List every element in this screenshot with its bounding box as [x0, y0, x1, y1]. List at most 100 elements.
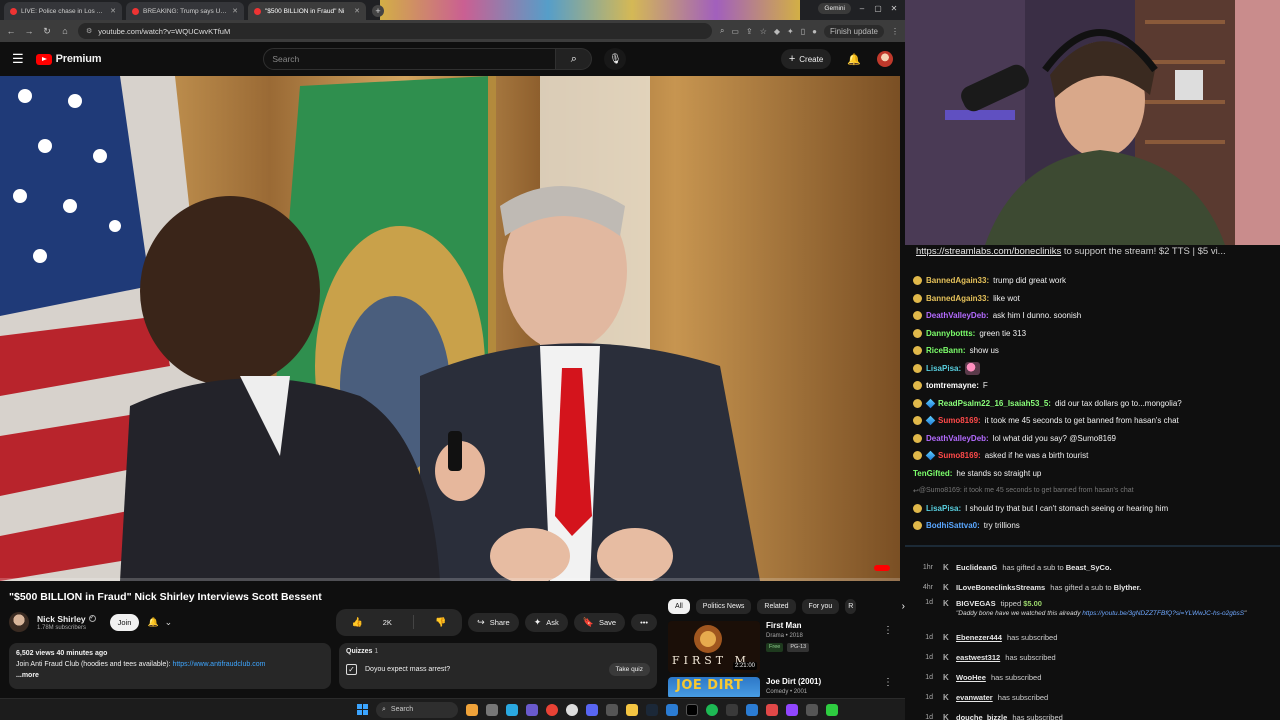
related-thumbnail[interactable]: JOE DIRT: [668, 677, 760, 697]
share-button[interactable]: ↪ Share: [468, 612, 519, 632]
reload-icon[interactable]: ↻: [42, 26, 52, 37]
chat-username[interactable]: Sumo8169:: [938, 416, 981, 425]
zoom-icon[interactable]: ⌕: [720, 26, 724, 36]
app-icon[interactable]: [686, 703, 698, 716]
ask-button[interactable]: ✦ Ask: [524, 612, 568, 632]
menu-icon[interactable]: ☰: [12, 51, 24, 67]
extensions-puzzle-icon[interactable]: ✦: [787, 27, 794, 36]
widgets-icon[interactable]: [466, 703, 478, 716]
app-icon[interactable]: [666, 703, 678, 716]
app-icon[interactable]: [786, 703, 798, 716]
chip-all[interactable]: All: [668, 598, 690, 614]
cast-icon[interactable]: ▭: [731, 27, 739, 36]
search-button[interactable]: ⌕: [556, 48, 593, 70]
share-page-icon[interactable]: ⇪: [746, 27, 753, 36]
chat-username[interactable]: BannedAgain33:: [926, 294, 989, 303]
chip-related[interactable]: Related: [757, 598, 796, 614]
maximize-icon[interactable]: ▢: [873, 4, 883, 14]
spotify-icon[interactable]: [706, 703, 718, 716]
discord-icon[interactable]: [586, 703, 598, 716]
taskbar-search[interactable]: ⌕ Search: [376, 701, 458, 718]
feed-username[interactable]: eastwest312: [956, 653, 1000, 662]
windows-start-icon[interactable]: [357, 704, 368, 715]
edge-icon[interactable]: [506, 703, 518, 716]
minimize-icon[interactable]: –: [857, 4, 867, 14]
youtube-logo[interactable]: Premium: [35, 53, 102, 65]
chat-username[interactable]: DeathValleyDeb:: [926, 434, 989, 443]
take-quiz-button[interactable]: Take quiz: [608, 663, 650, 676]
feed-username[interactable]: Ebenezer444: [956, 633, 1002, 642]
chat-username[interactable]: BodhiSattva0:: [926, 521, 980, 530]
close-tab-icon[interactable]: ✕: [354, 7, 360, 15]
chrome-icon[interactable]: [546, 703, 558, 716]
app-icon[interactable]: [806, 703, 818, 716]
notifications-bell-icon[interactable]: 🔔: [847, 53, 861, 66]
file-explorer-icon[interactable]: [626, 703, 638, 716]
more-vertical-icon[interactable]: ⋮: [883, 677, 893, 688]
bookmark-star-icon[interactable]: ☆: [760, 27, 767, 36]
more-vertical-icon[interactable]: ⋮: [883, 625, 893, 636]
browser-menu-icon[interactable]: ⋮: [891, 27, 899, 36]
tip-message-link[interactable]: https://youtu.be/3gNDZZTFBfQ?si=YLWwJC-h…: [1082, 610, 1244, 617]
feed-username[interactable]: douche_bizzle: [956, 713, 1007, 720]
app-icon[interactable]: [606, 703, 618, 716]
close-window-icon[interactable]: ✕: [889, 4, 899, 14]
chat-username[interactable]: DeathValleyDeb:: [926, 311, 989, 320]
extension-icon[interactable]: ◆: [774, 27, 780, 36]
chip-overflow[interactable]: R: [845, 598, 857, 614]
save-button[interactable]: 🔖 Save: [573, 612, 626, 632]
chat-username[interactable]: ReadPsalm22_16_Isaiah53_5:: [938, 399, 1051, 408]
video-player[interactable]: [0, 76, 900, 581]
chat-username[interactable]: LisaPisa:: [926, 504, 961, 513]
description-link[interactable]: https://www.antifraudclub.com: [172, 661, 265, 668]
site-info-icon[interactable]: ⚙: [86, 27, 92, 35]
sidebar-icon[interactable]: ▯: [801, 27, 805, 36]
chat-username[interactable]: BannedAgain33:: [926, 276, 989, 285]
finish-update-button[interactable]: Finish update: [823, 24, 884, 38]
related-thumbnail[interactable]: FIRST M 2:21:00: [668, 621, 760, 673]
channel-avatar[interactable]: [9, 612, 29, 632]
join-button[interactable]: Join: [109, 613, 140, 631]
channel-name-row[interactable]: Nick Shirley ✓: [37, 614, 96, 624]
dislike-button[interactable]: 👎: [419, 609, 462, 636]
search-input[interactable]: [263, 48, 557, 70]
subscription-dropdown[interactable]: 🔔 ⌄: [147, 617, 172, 628]
gemini-button[interactable]: Gemini: [818, 3, 851, 14]
feed-username[interactable]: EuclideanG: [956, 563, 997, 572]
chat-username[interactable]: Dannybottts:: [926, 329, 975, 338]
chat-username[interactable]: TenGifted:: [913, 469, 952, 478]
description-box[interactable]: 6,502 views 40 minutes ago Join Anti Fra…: [9, 643, 331, 689]
browser-tab-2[interactable]: BREAKING: Trump says US wo ✕: [126, 2, 244, 20]
alert-link[interactable]: https://streamlabs.com/bonecliniks: [916, 246, 1061, 257]
forward-icon[interactable]: →: [24, 26, 34, 36]
steam-icon[interactable]: [646, 703, 658, 716]
create-button[interactable]: + Create: [780, 49, 832, 69]
chat-username[interactable]: tomtremayne:: [926, 381, 979, 390]
back-icon[interactable]: ←: [6, 26, 16, 36]
profile-icon[interactable]: ●: [812, 27, 817, 36]
related-item[interactable]: FIRST M 2:21:00 First Man Drama • 2018 F…: [668, 621, 905, 675]
app-icon[interactable]: [826, 703, 838, 716]
chat-username[interactable]: RiceBann:: [926, 346, 966, 355]
more-link[interactable]: ...more: [16, 670, 324, 681]
related-item[interactable]: JOE DIRT Joe Dirt (2001) Comedy • 2001 ⋮: [668, 677, 905, 697]
feed-username[interactable]: evanwater: [956, 693, 993, 702]
browser-tab-1[interactable]: LIVE: Police chase in Los Angeles ✕: [4, 2, 122, 20]
feed-username[interactable]: WooHee: [956, 673, 986, 682]
feed-username[interactable]: BIGVEGAS: [956, 599, 996, 608]
task-view-icon[interactable]: [486, 703, 498, 716]
like-button[interactable]: 👍 2K: [336, 609, 408, 636]
close-tab-icon[interactable]: ✕: [110, 7, 116, 15]
close-tab-icon[interactable]: ✕: [232, 7, 238, 15]
url-field[interactable]: ⚙ youtube.com/watch?v=WQUCwvKTfuM: [78, 23, 712, 39]
chip-politics-news[interactable]: Politics News: [695, 598, 752, 614]
app-icon[interactable]: [726, 703, 738, 716]
more-actions-button[interactable]: •••: [631, 613, 657, 631]
app-icon[interactable]: [766, 703, 778, 716]
voice-search-button[interactable]: 🎙: [604, 48, 627, 70]
browser-tab-3[interactable]: "$500 BILLION in Fraud" Ni ✕: [248, 2, 366, 20]
chip-for-you[interactable]: For you: [801, 598, 840, 614]
account-avatar[interactable]: [877, 51, 893, 67]
new-tab-button[interactable]: +: [372, 5, 384, 17]
app-icon[interactable]: [746, 703, 758, 716]
